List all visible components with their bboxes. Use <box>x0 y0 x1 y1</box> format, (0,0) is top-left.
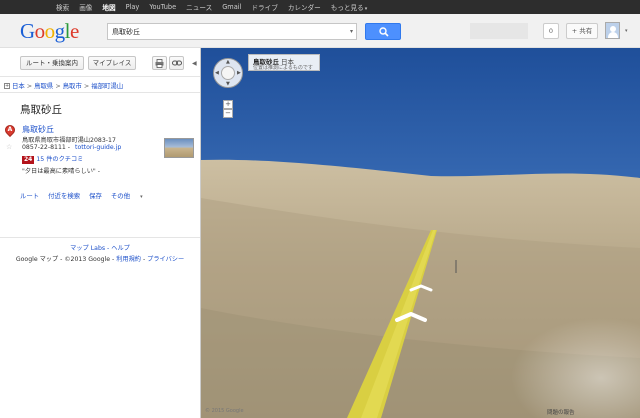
printer-icon <box>155 59 164 68</box>
place-actions: ルート 付近を検索 保存 その他 ▾ <box>20 191 161 200</box>
breadcrumb-separator: > <box>55 82 61 90</box>
share-button[interactable]: + 共有 <box>566 23 598 39</box>
zoom-in-button[interactable]: + <box>223 100 233 109</box>
topbar-item-gmail[interactable]: Gmail <box>222 3 241 11</box>
more-label: もっと見る <box>330 4 364 12</box>
review-quote: "夕日は最高に素晴らしい" - <box>22 168 100 175</box>
expand-icon[interactable]: + <box>4 83 10 89</box>
breadcrumb-separator: > <box>26 82 33 90</box>
help-link[interactable]: ヘルプ <box>111 245 130 252</box>
more-label: その他 <box>110 192 131 200</box>
pan-right-icon[interactable]: ▶ <box>237 70 241 76</box>
chevron-down-icon: ▾ <box>140 194 143 200</box>
reviews-link[interactable]: 15 件のクチコミ <box>36 156 83 163</box>
place-thumbnail[interactable] <box>164 138 194 158</box>
search-input[interactable] <box>112 24 342 39</box>
topbar-item-youtube[interactable]: YouTube <box>149 3 176 11</box>
route-transit-button[interactable]: ルート・乗換案内 <box>20 56 84 70</box>
privacy-link[interactable]: プライバシー <box>147 256 184 263</box>
breadcrumb: + 日本 > 鳥取県 > 鳥取市 > 福部町湯山 <box>4 81 123 90</box>
pan-left-icon[interactable]: ◀ <box>215 70 219 76</box>
collapse-panel-icon[interactable]: ◀ <box>192 60 197 67</box>
left-panel: ルート・乗換案内 マイプレイス ◀ + 日本 > 鳥取県 > 鳥取市 > 福部町湯山 鳥取砂丘… <box>0 48 201 418</box>
result-address: 鳥取県鳥取市福部町湯山2083-17 <box>22 137 116 144</box>
top-nav-links: 検索 画像 地図 Play YouTube ニュース Gmail ドライブ カレ… <box>56 0 367 14</box>
star-icon[interactable]: ☆ <box>6 143 12 151</box>
search-dropdown-icon[interactable]: ▾ <box>350 28 353 35</box>
search-icon <box>379 27 389 37</box>
copyright-text: © 2015 Google <box>205 408 244 414</box>
street-view-panorama[interactable]: ▲ ▼ ◀ ▶ + − 鳥取砂丘 日本 位置は推測によるものです © 2015 G… <box>201 48 640 418</box>
link-icon <box>171 60 182 66</box>
my-places-button[interactable]: マイプレイス <box>88 56 136 70</box>
result-contact: 0857-22-8111 - tottori-guide.jp <box>22 144 122 151</box>
website-link[interactable]: tottori-guide.jp <box>75 144 121 151</box>
terms-link[interactable]: 利用規約 <box>116 256 141 263</box>
header: Google ▾ 0 + 共有 ▾ <box>0 14 640 48</box>
topbar-item-calendar[interactable]: カレンダー <box>288 2 321 12</box>
avatar-body <box>608 32 618 38</box>
search-nearby-link[interactable]: 付近を検索 <box>48 192 80 200</box>
review-row: 24 15 件のクチコミ <box>22 154 83 164</box>
report-problem-link[interactable]: 問題の報告 <box>547 408 575 416</box>
maps-labs-link[interactable]: マップ Labs <box>70 245 105 252</box>
pan-down-icon[interactable]: ▼ <box>226 81 230 87</box>
zoom-out-button[interactable]: − <box>223 109 233 118</box>
search-button[interactable] <box>365 23 401 40</box>
save-link[interactable]: 保存 <box>89 192 102 200</box>
top-navigation-bar: 検索 画像 地図 Play YouTube ニュース Gmail ドライブ カレ… <box>0 0 640 14</box>
location-info-card: 鳥取砂丘 日本 位置は推測によるものです <box>248 54 320 71</box>
link-button[interactable] <box>169 56 184 70</box>
location-subtitle: 位置は推測によるものです <box>253 65 313 71</box>
divider <box>0 92 200 93</box>
breadcrumb-separator: > <box>83 82 90 90</box>
marker-icon: A <box>2 122 18 139</box>
chevron-down-icon[interactable]: ▾ <box>625 28 628 34</box>
user-name-area <box>470 23 528 39</box>
breadcrumb-item-fukube[interactable]: 福部町湯山 <box>91 82 123 90</box>
topbar-item-search[interactable]: 検索 <box>56 2 69 12</box>
result-title-link[interactable]: 鳥取砂丘 <box>22 124 54 135</box>
copyright-text: Google マップ - ©2013 Google - <box>15 256 117 263</box>
topbar-item-images[interactable]: 画像 <box>79 2 92 12</box>
divider <box>0 76 200 77</box>
phone-number: 0857-22-8111 <box>22 144 66 151</box>
chevron-down-icon: ▾ <box>364 6 368 12</box>
zagat-score-badge: 24 <box>22 156 35 164</box>
divider <box>0 237 200 238</box>
topbar-item-drive[interactable]: ドライブ <box>251 2 277 12</box>
pan-control[interactable]: ▲ ▼ ◀ ▶ <box>213 58 243 88</box>
compass-center[interactable] <box>221 66 235 80</box>
breadcrumb-item-tottori-pref[interactable]: 鳥取県 <box>34 82 53 90</box>
breadcrumb-item-tottori-city[interactable]: 鳥取市 <box>63 82 82 90</box>
topbar-item-more[interactable]: もっと見る▾ <box>331 2 367 12</box>
panorama-image <box>201 48 640 418</box>
pan-up-icon[interactable]: ▲ <box>226 59 230 65</box>
notification-count[interactable]: 0 <box>543 23 559 39</box>
topbar-item-news[interactable]: ニュース <box>186 2 212 12</box>
avatar[interactable] <box>605 22 620 39</box>
page-title: 鳥取砂丘 <box>20 104 62 116</box>
directions-link[interactable]: ルート <box>20 192 39 200</box>
print-button[interactable] <box>152 56 167 70</box>
google-logo[interactable]: Google <box>20 20 79 42</box>
footer-legal: Google マップ - ©2013 Google - 利用規約 - プライバシ… <box>0 254 200 263</box>
search-box: ▾ <box>107 23 357 40</box>
topbar-item-maps[interactable]: 地図 <box>102 2 115 12</box>
topbar-item-play[interactable]: Play <box>126 3 140 11</box>
footer-links: マップ Labs - ヘルプ <box>0 243 200 252</box>
more-link[interactable]: その他 ▾ <box>111 192 152 200</box>
marker-letter: A <box>7 126 13 133</box>
breadcrumb-item-japan[interactable]: 日本 <box>12 82 25 90</box>
